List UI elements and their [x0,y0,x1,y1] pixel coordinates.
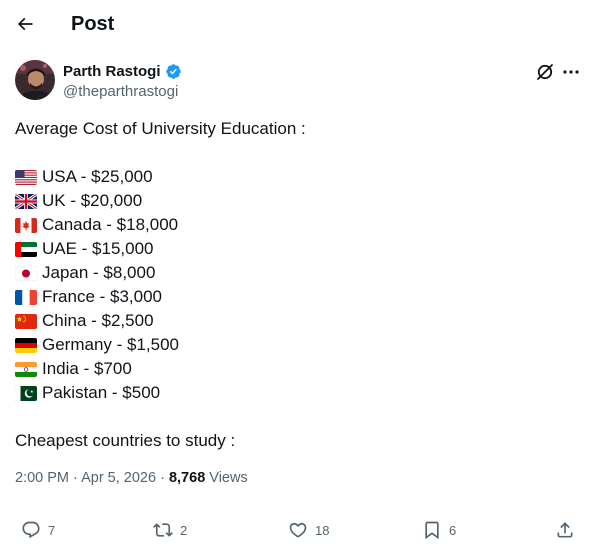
views-count: 8,768 [168,470,206,486]
repost-count: 2 [180,522,188,538]
list-item: Germany - $1,500 [15,333,575,357]
list-item: UK - $20,000 [15,189,575,213]
more-options-button[interactable] [561,62,581,82]
post-time[interactable]: 2:00 PM [15,470,69,486]
list-item: India - $700 [15,357,575,381]
list-item-text: Canada - $18,000 [42,215,179,234]
flag-uae-icon [15,241,37,257]
grok-icon [537,64,553,80]
flag-china-icon [15,313,37,329]
list-item: Japan - $8,000 [15,261,575,285]
flag-canada-icon [15,217,37,233]
heart-icon [289,522,307,538]
post-meta: 2:00 PM · Apr 5, 2026 · 8,768 Views [15,469,248,487]
list-item-text: UAE - $15,000 [42,239,154,258]
arrow-left-icon [17,17,33,31]
back-button[interactable] [14,13,36,35]
action-bar: 7 2 18 6 [0,516,590,544]
flag-japan-icon [15,265,37,281]
more-horizontal-icon [563,70,579,74]
bookmark-button[interactable]: 6 [422,516,456,544]
flag-france-icon [15,289,37,305]
grok-button[interactable] [535,62,555,82]
flag-pakistan-icon [15,385,37,401]
list-item: Pakistan - $500 [15,381,575,405]
flag-uk-icon [15,193,37,209]
list-item: UAE - $15,000 [15,237,575,261]
list-item-text: China - $2,500 [42,311,154,330]
bookmark-icon [425,521,439,540]
list-item-text: UK - $20,000 [42,191,143,210]
repost-icon [153,523,173,537]
author-name[interactable]: Parth Rastogi [63,62,161,81]
list-item-text: USA - $25,000 [42,167,153,186]
list-item-text: France - $3,000 [42,287,163,306]
bookmark-count: 6 [449,522,457,538]
share-button[interactable] [555,516,575,544]
reply-button[interactable]: 7 [21,516,55,544]
like-button[interactable]: 18 [288,516,329,544]
top-bar: Post [0,0,590,48]
post-outro: Cheapest countries to study : [15,431,236,450]
views-label: Views [209,470,248,486]
list-item-text: Germany - $1,500 [42,335,180,354]
verified-badge-icon [166,64,181,79]
like-count: 18 [315,522,330,538]
flag-usa-icon [15,169,37,185]
list-item: China - $2,500 [15,309,575,333]
page-title: Post [71,13,115,35]
flag-germany-icon [15,337,37,353]
reply-count: 7 [48,522,56,538]
meta-separator: · [73,470,82,486]
reply-icon [22,521,40,539]
list-item: France - $3,000 [15,285,575,309]
share-icon [557,522,573,538]
list-item-text: India - $700 [42,359,132,378]
author-handle[interactable]: @theparthrastogi [63,82,178,101]
post-date[interactable]: Apr 5, 2026 [81,470,156,486]
avatar[interactable] [15,60,55,100]
list-item: Canada - $18,000 [15,213,575,237]
list-item-text: Japan - $8,000 [42,263,156,282]
repost-button[interactable]: 2 [153,516,187,544]
flag-india-icon [15,361,37,377]
post-text: Average Cost of University Education : U… [15,117,575,453]
meta-separator: · [160,470,169,486]
list-item-text: Pakistan - $500 [42,383,161,402]
list-item: USA - $25,000 [15,165,575,189]
post-intro: Average Cost of University Education : [15,119,306,138]
